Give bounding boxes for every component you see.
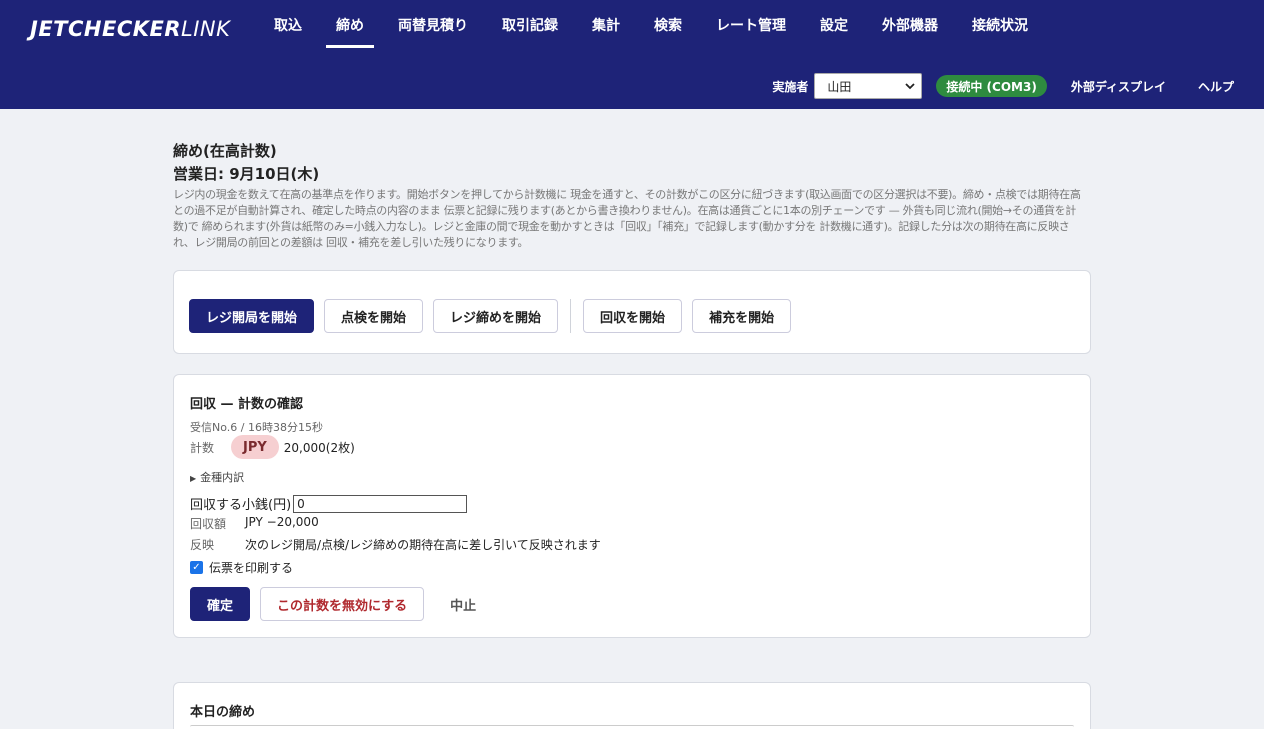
amount-label: 回収額 xyxy=(190,517,227,531)
nav-exchange-estimate[interactable]: 両替見積り xyxy=(382,0,484,50)
triangle-right-icon: ▶ xyxy=(190,474,197,483)
coin-input[interactable]: 0 xyxy=(293,494,468,513)
nav-settings[interactable]: 設定 xyxy=(804,0,864,50)
app-logo[interactable]: JETCHECKERLINK xyxy=(30,17,230,41)
start-replenish-button[interactable]: 補充を開始 xyxy=(692,299,792,333)
count-confirm-card: 回収 — 計数の確認 受信No.6 / 16時38分15秒 計数 JPY 20,… xyxy=(173,374,1091,638)
header-subbar: 実施者 山田 接続中 (COM3) 外部ディスプレイ ヘルプ xyxy=(772,73,1234,99)
today-closing-title: 本日の締め xyxy=(190,705,256,720)
confirm-actions: 確定 この計数を無効にする 中止 xyxy=(190,587,502,621)
operator-value: 山田 xyxy=(827,79,852,94)
nav-summary[interactable]: 集計 xyxy=(576,0,636,50)
nav-transactions[interactable]: 取引記録 xyxy=(486,0,574,50)
print-checkbox[interactable]: ✓ xyxy=(190,561,203,574)
count-row: 計数 JPY 20,000(2枚) xyxy=(190,435,355,459)
amount-value: JPY −20,000 xyxy=(245,515,319,529)
operator-select[interactable]: 山田 xyxy=(814,73,923,99)
coin-row: 回収する小銭(円) 0 xyxy=(190,494,468,513)
page-description: レジ内の現金を数えて在高の基準点を作ります。開始ボタンを押してから計数機に 現金… xyxy=(173,188,1081,249)
logo-bold-text: JETCHECKER xyxy=(30,17,182,41)
count-label: 計数 xyxy=(190,440,215,455)
amount-row: 回収額 JPY −20,000 xyxy=(190,515,319,532)
reflect-label: 反映 xyxy=(190,538,215,552)
nav-import[interactable]: 取込 xyxy=(258,0,318,50)
currency-pill: JPY xyxy=(231,435,279,459)
nav-connection-status[interactable]: 接続状況 xyxy=(956,0,1044,50)
confirm-title: 回収 — 計数の確認 xyxy=(190,397,304,412)
start-button-row: レジ開局を開始 点検を開始 レジ締めを開始 回収を開始 補充を開始 xyxy=(189,299,801,333)
nav-search[interactable]: 検索 xyxy=(638,0,698,50)
external-display-link[interactable]: 外部ディスプレイ xyxy=(1071,78,1166,95)
page-intro: 締め(在高計数) 営業日: 9月10日(木) レジ内の現金を数えて在高の基準点を… xyxy=(173,140,1091,251)
start-actions-card: レジ開局を開始 点検を開始 レジ締めを開始 回収を開始 補充を開始 xyxy=(173,270,1091,354)
coin-label: 回収する小銭(円) xyxy=(190,498,292,513)
denomination-label: 金種内訳 xyxy=(200,471,245,484)
denomination-toggle[interactable]: ▶ 金種内訳 xyxy=(190,469,244,485)
print-option[interactable]: ✓ 伝票を印刷する xyxy=(190,559,293,576)
page-title: 締め(在高計数) xyxy=(173,142,277,160)
count-amount: 20,000(2枚) xyxy=(283,440,355,455)
main-nav: 取込 締め 両替見積り 取引記録 集計 検索 レート管理 設定 外部機器 接続状… xyxy=(258,0,1046,50)
logo-light-text: LINK xyxy=(181,17,231,41)
operator-label: 実施者 xyxy=(772,79,809,94)
today-closing-table-edge xyxy=(190,725,1074,729)
start-inspection-button[interactable]: 点検を開始 xyxy=(324,299,424,333)
button-divider xyxy=(570,299,572,333)
reflect-row: 反映 次のレジ開局/点検/レジ締めの期待在高に差し引いて反映されます xyxy=(190,536,601,553)
start-register-close-button[interactable]: レジ締めを開始 xyxy=(433,299,559,333)
reflect-value: 次のレジ開局/点検/レジ締めの期待在高に差し引いて反映されます xyxy=(245,538,601,552)
today-closing-card: 本日の締め xyxy=(173,682,1091,729)
top-header: JETCHECKERLINK 取込 締め 両替見積り 取引記録 集計 検索 レー… xyxy=(0,0,1264,109)
start-collection-button[interactable]: 回収を開始 xyxy=(583,299,683,333)
connection-badge: 接続中 (COM3) xyxy=(936,75,1047,97)
cancel-button[interactable]: 中止 xyxy=(434,587,492,621)
nav-external-devices[interactable]: 外部機器 xyxy=(866,0,954,50)
print-label: 伝票を印刷する xyxy=(209,561,294,575)
help-link[interactable]: ヘルプ xyxy=(1198,78,1234,95)
received-info: 受信No.6 / 16時38分15秒 xyxy=(190,421,323,434)
start-register-open-button[interactable]: レジ開局を開始 xyxy=(189,299,315,333)
nav-closing[interactable]: 締め xyxy=(320,0,380,50)
nav-rate-management[interactable]: レート管理 xyxy=(700,0,802,50)
business-day: 営業日: 9月10日(木) xyxy=(173,165,320,183)
confirm-button[interactable]: 確定 xyxy=(190,587,251,621)
chevron-down-icon xyxy=(905,82,915,89)
invalidate-count-button[interactable]: この計数を無効にする xyxy=(260,587,425,621)
